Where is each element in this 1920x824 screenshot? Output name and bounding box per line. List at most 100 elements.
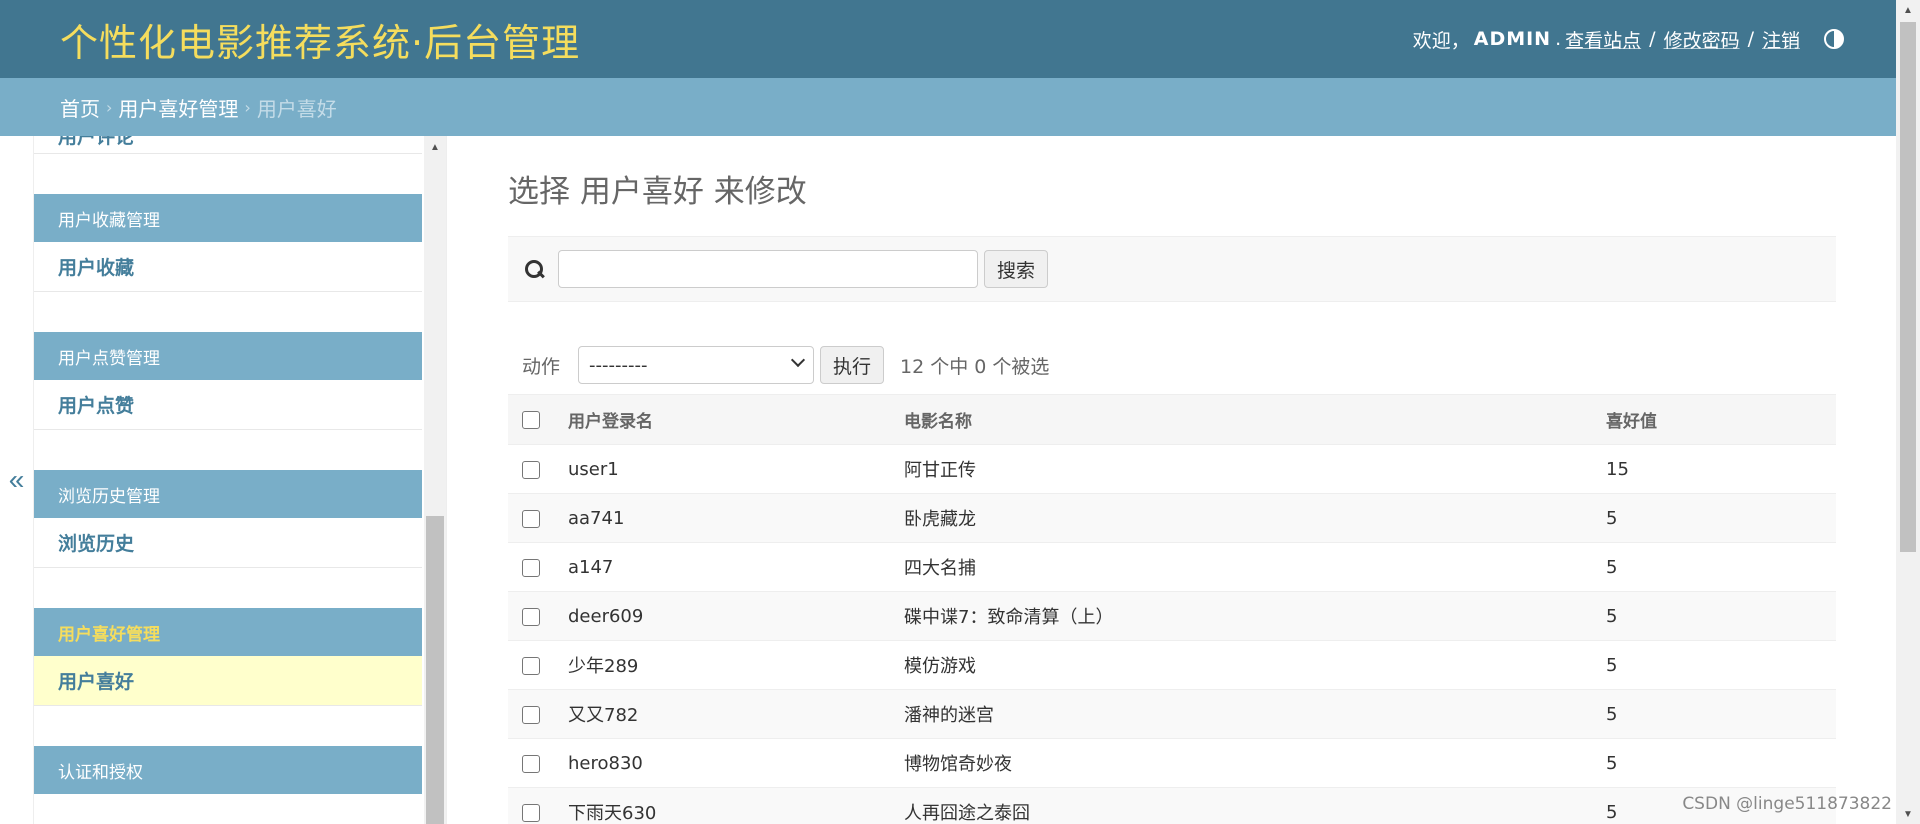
breadcrumb-home[interactable]: 首页	[60, 93, 100, 122]
watermark: CSDN @linge511873822	[1682, 794, 1892, 814]
table-header-row: 用户登录名 电影名称 喜好值	[508, 394, 1836, 445]
cell-preference: 5	[1606, 689, 1836, 739]
row-checkbox[interactable]	[522, 509, 540, 528]
username-dot: .	[1555, 28, 1562, 50]
action-select[interactable]: ---------	[578, 346, 815, 384]
sidebar-module-likes: 用户点赞管理 用户点赞	[34, 332, 422, 430]
cell-username[interactable]: aa741	[566, 493, 904, 543]
user-tools: 欢迎， ADMIN . 查看站点 / 修改密码 / 注销	[1413, 26, 1844, 53]
sidebar-item-favorites[interactable]: 用户收藏	[34, 242, 422, 292]
actions-bar: 动作 --------- 执行 12 个中 0 个被选	[508, 342, 1836, 388]
scroll-up-icon[interactable]: ▲	[424, 136, 446, 158]
selection-counter: 12 个中 0 个被选	[900, 355, 1050, 378]
table-row: 下雨天630 人再囧途之泰囧 5	[508, 787, 1836, 824]
row-checkbox[interactable]	[522, 656, 540, 675]
logout-link[interactable]: 注销	[1762, 26, 1800, 53]
table-row: a147 四大名捕 5	[508, 542, 1836, 592]
sidebar-caption[interactable]: 认证和授权	[34, 746, 422, 794]
table-row: deer609 碟中谍7：致命清算（上） 5	[508, 591, 1836, 641]
row-checkbox[interactable]	[522, 803, 540, 822]
sidebar-caption[interactable]: 用户点赞管理	[34, 332, 422, 380]
select-all-checkbox[interactable]	[522, 410, 540, 429]
sidebar-item-history[interactable]: 浏览历史	[34, 518, 422, 568]
sidebar-module-history: 浏览历史管理 浏览历史	[34, 470, 422, 568]
table-row: hero830 博物馆奇妙夜 5	[508, 738, 1836, 788]
cell-movie: 潘神的迷宫	[904, 689, 1606, 739]
sidebar-module-preferences: 用户喜好管理 用户喜好	[34, 608, 422, 706]
sidebar-item-likes[interactable]: 用户点赞	[34, 380, 422, 430]
page-scroll-thumb[interactable]	[1900, 22, 1916, 552]
page-title: 选择 用户喜好 来修改	[508, 174, 807, 210]
table-row: 又又782 潘神的迷宫 5	[508, 689, 1836, 739]
sidebar-module-auth: 认证和授权	[34, 746, 422, 794]
row-checkbox[interactable]	[522, 558, 540, 577]
column-header-preference[interactable]: 喜好值	[1606, 394, 1836, 445]
site-title[interactable]: 个性化电影推荐系统·后台管理	[60, 12, 580, 67]
sidebar-module-favorites: 用户收藏管理 用户收藏	[34, 194, 422, 292]
sidebar-caption[interactable]: 用户喜好管理	[34, 608, 422, 656]
sidebar-toggle-button[interactable]: «	[0, 136, 34, 824]
search-toolbar: 搜索	[508, 236, 1836, 302]
breadcrumb: 首页 › 用户喜好管理 › 用户喜好	[0, 78, 1896, 136]
sidebar: 用户评论 用户收藏管理 用户收藏 用户点赞管理 用户点赞 浏览历史管理 浏览历史…	[34, 136, 424, 824]
cell-preference: 5	[1606, 640, 1836, 690]
row-checkbox[interactable]	[522, 607, 540, 626]
sidebar-scrollbar[interactable]: ▲	[424, 136, 446, 824]
username: ADMIN	[1473, 28, 1552, 50]
breadcrumb-separator: ›	[244, 97, 251, 117]
scroll-down-icon[interactable]: ▼	[1896, 804, 1920, 824]
change-password-link[interactable]: 修改密码	[1664, 26, 1740, 53]
header: 个性化电影推荐系统·后台管理 欢迎， ADMIN . 查看站点 / 修改密码 /…	[0, 0, 1896, 78]
sidebar-caption[interactable]: 浏览历史管理	[34, 470, 422, 518]
cell-movie: 阿甘正传	[904, 444, 1606, 494]
scroll-up-icon[interactable]: ▲	[1896, 0, 1920, 20]
actions-label: 动作	[522, 355, 561, 378]
action-select-value: ---------	[589, 354, 648, 376]
table-row: user1 阿甘正传 15	[508, 444, 1836, 494]
run-action-button[interactable]: 执行	[820, 346, 885, 384]
sidebar-divider	[446, 136, 447, 824]
sidebar-caption[interactable]: 用户收藏管理	[34, 194, 422, 242]
theme-toggle-icon[interactable]	[1824, 29, 1844, 49]
search-input[interactable]	[558, 250, 978, 288]
cell-movie: 碟中谍7：致命清算（上）	[904, 591, 1606, 641]
cell-username[interactable]: 又又782	[566, 689, 904, 739]
row-checkbox[interactable]	[522, 754, 540, 773]
cell-preference: 5	[1606, 542, 1836, 592]
main-content: 选择 用户喜好 来修改 搜索 动作 --------- 执行 12 个中 0 个…	[508, 136, 1836, 824]
cell-username[interactable]: hero830	[566, 738, 904, 788]
welcome-text: 欢迎，	[1412, 29, 1470, 52]
breadcrumb-separator: ›	[106, 97, 113, 117]
row-checkbox[interactable]	[522, 460, 540, 479]
separator: /	[1747, 28, 1754, 50]
cell-username[interactable]: deer609	[566, 591, 904, 641]
separator: /	[1649, 28, 1656, 50]
search-icon	[524, 259, 544, 279]
breadcrumb-app[interactable]: 用户喜好管理	[118, 93, 238, 122]
cell-movie: 四大名捕	[904, 542, 1606, 592]
breadcrumb-current: 用户喜好	[256, 96, 337, 121]
cell-username[interactable]: 下雨天630	[566, 787, 904, 824]
column-header-username[interactable]: 用户登录名	[566, 394, 904, 445]
cell-movie: 模仿游戏	[904, 640, 1606, 690]
chevron-down-icon	[790, 352, 806, 368]
cell-username[interactable]: a147	[566, 542, 904, 592]
admin-page: 个性化电影推荐系统·后台管理 欢迎， ADMIN . 查看站点 / 修改密码 /…	[0, 0, 1920, 824]
result-table: 用户登录名 电影名称 喜好值 user1 阿甘正传 15 aa741 卧虎藏龙 …	[508, 394, 1836, 824]
cell-username[interactable]: 少年289	[566, 640, 904, 690]
search-button[interactable]: 搜索	[984, 250, 1049, 288]
page-scrollbar[interactable]: ▲ ▼	[1896, 0, 1920, 824]
table-row: 少年289 模仿游戏 5	[508, 640, 1836, 690]
view-site-link[interactable]: 查看站点	[1565, 26, 1641, 53]
cell-movie: 卧虎藏龙	[904, 493, 1606, 543]
row-checkbox[interactable]	[522, 705, 540, 724]
column-header-movie[interactable]: 电影名称	[904, 394, 1606, 445]
cell-movie: 人再囧途之泰囧	[904, 787, 1606, 824]
table-row: aa741 卧虎藏龙 5	[508, 493, 1836, 543]
sidebar-scroll-thumb[interactable]	[426, 516, 444, 824]
sidebar-item-user-comments[interactable]: 用户评论	[34, 136, 422, 154]
cell-movie: 博物馆奇妙夜	[904, 738, 1606, 788]
cell-preference: 15	[1606, 444, 1836, 494]
cell-username[interactable]: user1	[566, 444, 904, 494]
sidebar-item-preferences[interactable]: 用户喜好	[34, 656, 422, 706]
